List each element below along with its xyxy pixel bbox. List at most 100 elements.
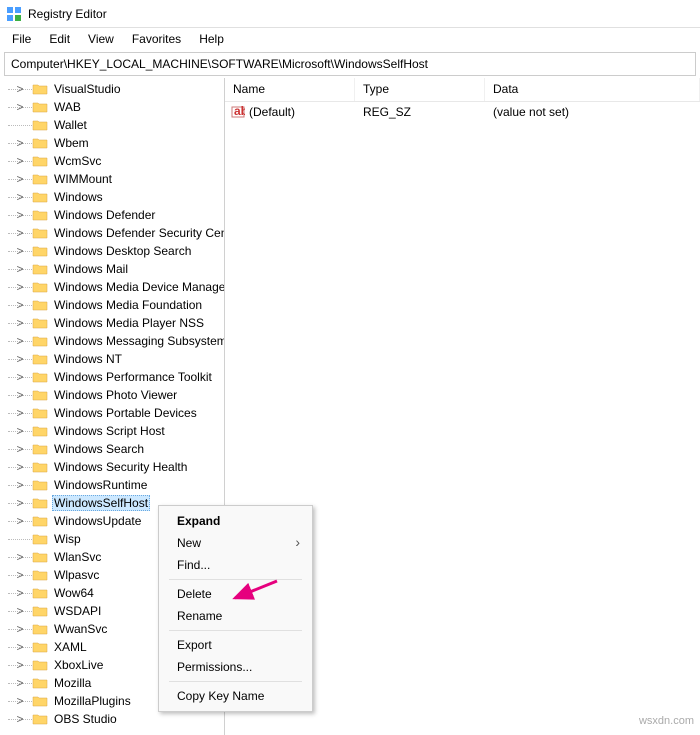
expand-icon[interactable]: > <box>8 586 32 600</box>
expand-icon[interactable]: > <box>8 262 32 276</box>
folder-icon <box>32 550 48 564</box>
menu-edit[interactable]: Edit <box>41 30 78 48</box>
tree-node[interactable]: >Wbem <box>0 134 224 152</box>
ctx-new[interactable]: New <box>161 532 310 554</box>
ctx-rename[interactable]: Rename <box>161 605 310 627</box>
expand-icon[interactable]: > <box>8 514 32 528</box>
tree-label: Mozilla <box>52 676 93 690</box>
expand-icon[interactable]: > <box>8 424 32 438</box>
tree-label: WindowsSelfHost <box>52 495 150 511</box>
folder-icon <box>32 388 48 402</box>
menu-favorites[interactable]: Favorites <box>124 30 189 48</box>
ctx-export[interactable]: Export <box>161 634 310 656</box>
menubar: File Edit View Favorites Help <box>0 28 700 50</box>
expand-icon[interactable]: > <box>8 568 32 582</box>
tree-node[interactable]: >Windows Search <box>0 440 224 458</box>
tree-node[interactable]: >Windows Script Host <box>0 422 224 440</box>
expand-icon[interactable]: > <box>8 496 32 510</box>
tree-node[interactable]: >Windows Security Health <box>0 458 224 476</box>
expand-icon[interactable]: > <box>8 226 32 240</box>
expand-icon[interactable]: > <box>8 208 32 222</box>
value-type: REG_SZ <box>355 105 485 119</box>
expand-icon[interactable]: > <box>8 388 32 402</box>
tree-node[interactable]: >Windows Photo Viewer <box>0 386 224 404</box>
expand-icon[interactable]: > <box>8 694 32 708</box>
expand-icon[interactable]: > <box>8 316 32 330</box>
tree-node[interactable]: > Windows Defender <box>0 206 224 224</box>
folder-icon <box>32 208 48 222</box>
tree-label: MozillaPlugins <box>52 694 133 708</box>
tree-node[interactable]: > Windows NT <box>0 350 224 368</box>
tree-node[interactable]: >WcmSvc <box>0 152 224 170</box>
tree-node[interactable]: >Windows Mail <box>0 260 224 278</box>
col-name[interactable]: Name <box>225 78 355 101</box>
expand-icon[interactable]: > <box>8 136 32 150</box>
menu-file[interactable]: File <box>4 30 39 48</box>
tree-node[interactable]: >Windows Media Player NSS <box>0 314 224 332</box>
folder-icon <box>32 82 48 96</box>
expand-icon[interactable]: > <box>8 82 32 96</box>
tree-node[interactable]: > Windows Messaging Subsystem <box>0 332 224 350</box>
expand-icon[interactable]: > <box>8 370 32 384</box>
expand-icon[interactable]: > <box>8 460 32 474</box>
address-bar[interactable]: Computer\HKEY_LOCAL_MACHINE\SOFTWARE\Mic… <box>4 52 696 76</box>
expand-icon[interactable]: > <box>8 334 32 348</box>
tree-label: Windows Messaging Subsystem <box>52 334 224 348</box>
expand-icon[interactable]: > <box>8 154 32 168</box>
tree-node[interactable]: Wallet <box>0 116 224 134</box>
tree-label: XAML <box>52 640 89 654</box>
expand-icon[interactable]: > <box>8 622 32 636</box>
expand-icon[interactable]: > <box>8 100 32 114</box>
expand-icon[interactable]: > <box>8 280 32 294</box>
tree-node[interactable]: > Windows Defender Security Center <box>0 224 224 242</box>
tree-label: Wow64 <box>52 586 96 600</box>
tree-node[interactable]: >WindowsRuntime <box>0 476 224 494</box>
menu-help[interactable]: Help <box>191 30 232 48</box>
tree-label: Windows NT <box>52 352 124 366</box>
ctx-permissions[interactable]: Permissions... <box>161 656 310 678</box>
col-type[interactable]: Type <box>355 78 485 101</box>
ctx-copykeyname[interactable]: Copy Key Name <box>161 685 310 707</box>
expand-icon[interactable]: > <box>8 712 32 726</box>
tree-node[interactable]: >WIMMount <box>0 170 224 188</box>
folder-icon <box>32 622 48 636</box>
expand-icon[interactable]: > <box>8 244 32 258</box>
folder-icon <box>32 352 48 366</box>
tree-node[interactable]: >Windows Desktop Search <box>0 242 224 260</box>
folder-icon <box>32 424 48 438</box>
folder-icon <box>32 118 48 132</box>
tree-label: Windows Defender Security Center <box>52 226 224 240</box>
expand-icon[interactable]: > <box>8 550 32 564</box>
tree-node[interactable]: >Windows Media Device Manager <box>0 278 224 296</box>
tree-node[interactable]: > Windows Performance Toolkit <box>0 368 224 386</box>
expand-icon[interactable]: > <box>8 640 32 654</box>
folder-icon <box>32 370 48 384</box>
expand-icon[interactable]: > <box>8 442 32 456</box>
menu-view[interactable]: View <box>80 30 122 48</box>
expand-icon[interactable]: > <box>8 172 32 186</box>
folder-icon <box>32 640 48 654</box>
ctx-expand[interactable]: Expand <box>161 510 310 532</box>
tree-label: Windows Performance Toolkit <box>52 370 214 384</box>
expand-icon[interactable]: > <box>8 658 32 672</box>
tree-label: Windows Defender <box>52 208 157 222</box>
tree-label: Wisp <box>52 532 83 546</box>
expand-icon[interactable]: > <box>8 676 32 690</box>
tree-node[interactable]: >Windows Portable Devices <box>0 404 224 422</box>
expand-icon[interactable]: > <box>8 190 32 204</box>
col-data[interactable]: Data <box>485 78 700 101</box>
tree-node[interactable]: >Windows <box>0 188 224 206</box>
folder-icon <box>32 172 48 186</box>
folder-icon <box>32 226 48 240</box>
tree-node[interactable]: >Windows Media Foundation <box>0 296 224 314</box>
expand-icon[interactable]: > <box>8 406 32 420</box>
expand-icon[interactable]: > <box>8 352 32 366</box>
ctx-find[interactable]: Find... <box>161 554 310 576</box>
expand-icon[interactable]: > <box>8 298 32 312</box>
tree-node[interactable]: >OBS Studio <box>0 710 224 728</box>
value-row[interactable]: ab (Default) REG_SZ (value not set) <box>225 102 700 122</box>
tree-node[interactable]: >VisualStudio <box>0 80 224 98</box>
expand-icon[interactable]: > <box>8 604 32 618</box>
expand-icon[interactable]: > <box>8 478 32 492</box>
tree-node[interactable]: >WAB <box>0 98 224 116</box>
